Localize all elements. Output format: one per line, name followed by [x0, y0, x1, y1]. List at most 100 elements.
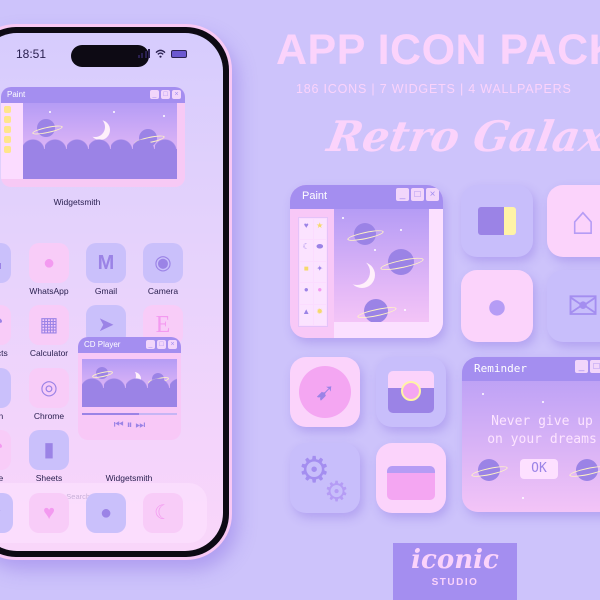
paint-window-titlebar: Paint _ □ × — [1, 87, 185, 103]
maximize-icon: □ — [157, 340, 166, 349]
headline: APP ICON PACK — [276, 26, 600, 74]
app-contacts[interactable]: ☎ — [0, 305, 11, 345]
mail-m-icon: M — [97, 252, 115, 274]
maximize-icon: □ — [161, 90, 170, 99]
clouds — [23, 138, 177, 179]
phone-mockup: 18:51 Paint _ □ × Widgetsmith ● WhatsApp… — [0, 24, 232, 560]
phone-bezel: 18:51 Paint _ □ × Widgetsmith ● WhatsApp… — [0, 27, 229, 557]
app-label: Chrome — [33, 411, 65, 421]
dock: ★ ♥ ● ☾ — [0, 483, 207, 543]
planets-tile: ● — [461, 270, 533, 342]
paint-toolbox: ♥ ★ ☾ ⬬ ■ ✦ ● ● ▲ ✹ — [298, 217, 328, 327]
planet-icon: ● — [99, 502, 113, 524]
galaxy-scene — [334, 209, 429, 322]
moon-icon: ☾ — [154, 502, 172, 524]
app-camera[interactable]: ◉ — [143, 243, 183, 283]
ok-button[interactable]: OK — [520, 459, 558, 479]
status-bar: 18:51 — [0, 45, 223, 67]
app-files[interactable]: ▬ — [0, 243, 11, 283]
app-calculator[interactable]: ▦ — [29, 305, 69, 345]
moon-icon — [85, 117, 105, 137]
radio-icon — [387, 466, 435, 500]
app-sheets[interactable]: ▮ — [29, 430, 69, 470]
moon-tool-icon: ☾ — [300, 240, 313, 261]
app-health[interactable]: ♥ — [0, 368, 11, 408]
instant-camera-icon — [388, 371, 434, 413]
camera-icon: ◉ — [154, 252, 172, 274]
app-label: Sheets — [35, 473, 63, 483]
horizontal-scrollbar[interactable] — [334, 322, 443, 338]
app-label: Health — [0, 411, 4, 421]
status-icons — [137, 49, 187, 58]
compass-icon: ➹ — [299, 366, 351, 418]
signal-icon — [137, 49, 150, 58]
galaxy-scene — [82, 359, 177, 407]
sun-tool-icon: ✹ — [313, 304, 326, 325]
paint-widget-showcase: Paint _ □ × ♥ ★ ☾ ⬬ ■ ✦ ● ● ▲ ✹ — [290, 185, 443, 338]
reminder-title: Reminder — [474, 362, 527, 375]
minimize-icon: _ — [150, 90, 159, 99]
radio-tile — [376, 443, 446, 513]
paint-toolbox — [1, 103, 23, 179]
paint-widget[interactable]: Paint _ □ × — [1, 87, 185, 187]
app-label: WhatsApp — [29, 286, 69, 296]
dock-moon[interactable]: ☾ — [143, 493, 183, 533]
cd-window-title: CD Player — [84, 340, 121, 349]
status-time: 18:51 — [16, 47, 47, 61]
instant-camera-tile — [376, 357, 446, 427]
app-label: Calculator — [29, 348, 69, 358]
app-label: Camera — [147, 286, 179, 296]
planet-icon — [576, 459, 598, 481]
reminder-line-2: on your dreams — [487, 432, 597, 447]
app-gmail[interactable]: M — [86, 243, 126, 283]
minimize-icon: _ — [396, 188, 409, 201]
letter-e-icon: E — [155, 312, 171, 338]
feature-summary: 186 ICONS | 7 WIDGETS | 4 WALLPAPERS — [296, 82, 572, 96]
close-icon: × — [426, 188, 439, 201]
star-tool-icon: ★ — [313, 219, 326, 240]
document-moon-icon: ▮ — [43, 439, 55, 461]
paint-window-title: Paint — [7, 90, 26, 99]
maximize-icon: □ — [411, 188, 424, 201]
close-icon: × — [168, 340, 177, 349]
heart-icon: ♥ — [43, 502, 55, 524]
envelope-stars-icon: ✉ — [567, 285, 599, 328]
vertical-scrollbar[interactable] — [429, 209, 443, 322]
dock-heart[interactable]: ♥ — [29, 493, 69, 533]
brand-logo: iconic STUDIO — [393, 543, 517, 600]
chrome-icon: ◎ — [40, 377, 58, 399]
pause-icon[interactable]: ⏸ — [127, 419, 133, 431]
previous-icon[interactable]: ⏮ — [114, 419, 124, 431]
phone-screen: 18:51 Paint _ □ × Widgetsmith ● WhatsApp… — [0, 33, 223, 551]
app-label: Files — [0, 286, 21, 296]
house-tile: ⌂ — [547, 185, 600, 257]
circle-tool-icon: ● — [313, 283, 326, 304]
envelope-tile: ✉ — [547, 270, 600, 342]
app-phone[interactable]: ☎ — [0, 430, 11, 470]
app-chrome[interactable]: ◎ — [29, 368, 69, 408]
gear-icon: ⚙ — [324, 476, 350, 507]
cd-player-widget[interactable]: CD Player _ □ × ⏮ ⏸ ⏭ — [78, 337, 181, 440]
next-icon[interactable]: ⏭ — [135, 419, 145, 431]
app-whatsapp[interactable]: ● — [29, 243, 69, 283]
progress-track[interactable] — [82, 413, 177, 415]
widget-label: Widgetsmith — [53, 197, 101, 207]
wifi-icon — [155, 49, 166, 58]
star-icon: ★ — [0, 503, 2, 523]
sparkle-tool-icon: ✦ — [313, 261, 326, 283]
battery-icon — [171, 49, 187, 58]
playback-controls: ⏮ ⏸ ⏭ — [78, 419, 181, 432]
chat-heart-icon: ● — [42, 252, 56, 274]
reminder-line-1: Never give up — [491, 414, 593, 429]
app-label: Contacts — [0, 348, 8, 358]
minimize-icon: _ — [146, 340, 155, 349]
galaxy-scene — [23, 103, 177, 179]
compass-tile: ➹ — [290, 357, 360, 427]
rect-tool-icon: ■ — [300, 261, 313, 283]
triangle-tool-icon: ▲ — [300, 304, 313, 325]
video-camera-tile — [461, 185, 533, 257]
dock-planet[interactable]: ● — [86, 493, 126, 533]
ellipse-tool-icon: ⬬ — [313, 240, 326, 261]
settings-tile: ⚙ ⚙ — [290, 443, 360, 513]
dock-star[interactable]: ★ — [0, 493, 13, 533]
